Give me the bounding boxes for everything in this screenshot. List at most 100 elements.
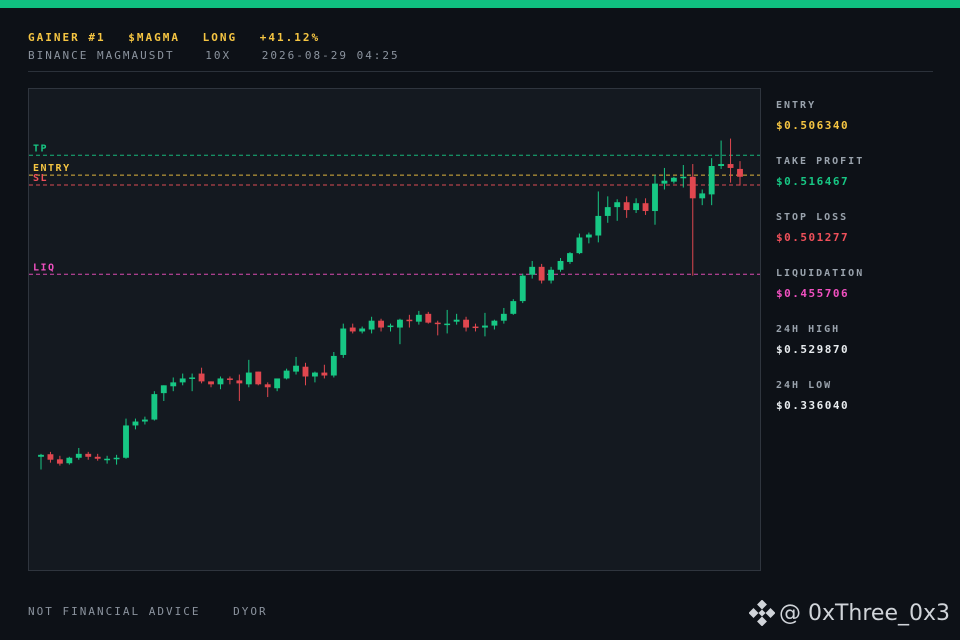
stat-label: ENTRY [776, 100, 817, 111]
disclaimer-text: NOT FINANCIAL ADVICE [28, 605, 201, 618]
candle-body [66, 457, 73, 464]
stat-label: STOP LOSS [776, 212, 849, 223]
candle-body [255, 371, 262, 385]
candle-body [104, 458, 111, 461]
stat-value: $0.529870 [776, 343, 850, 356]
percent-change: +41.12% [259, 31, 321, 44]
candle-body [38, 454, 44, 457]
stat-stop-loss: STOP LOSS $0.501277 [776, 212, 946, 268]
candle-body [472, 326, 479, 329]
candle-body [160, 385, 167, 394]
candle-body [500, 313, 507, 321]
candle-body [425, 313, 432, 323]
candle-body [595, 215, 602, 236]
candle-body [718, 164, 725, 166]
candle-body [75, 453, 82, 458]
candle-body [661, 180, 668, 184]
candle-body [189, 377, 196, 379]
candle-body [141, 419, 148, 422]
candle-body [434, 322, 441, 325]
level-label-sl: SL [33, 173, 48, 184]
stat-value: $0.455706 [776, 287, 850, 300]
candle-body [519, 275, 526, 302]
watermark: @ 0xThree_0x3 [748, 598, 950, 628]
candle-body [415, 314, 422, 322]
candle-body [274, 378, 281, 389]
candle-body [406, 319, 413, 322]
candle-body [217, 378, 224, 385]
ticker-symbol: $MAGMA [128, 31, 180, 44]
position-side: LONG [202, 31, 238, 44]
candle-body [604, 207, 611, 216]
stat-label: TAKE PROFIT [776, 156, 865, 167]
footer-disclaimer: NOT FINANCIAL ADVICE DYOR [28, 605, 292, 618]
dyor-text: DYOR [233, 605, 268, 618]
candle-body [302, 366, 309, 377]
candle-body [510, 301, 517, 314]
gainer-rank: GAINER #1 [28, 31, 106, 44]
candle-body [444, 323, 451, 326]
candle-body [198, 373, 205, 382]
candle-body [151, 394, 158, 420]
header-divider [28, 71, 933, 72]
candle-body [538, 266, 545, 281]
stat-label: 24H HIGH [776, 324, 841, 335]
candle-body [652, 183, 658, 212]
candle-body [576, 237, 583, 254]
stat-value: $0.336040 [776, 399, 850, 412]
candle-body [585, 234, 592, 238]
candle-body [349, 327, 356, 332]
trade-card: GAINER #1 $MAGMA LONG +41.12% BINANCE MA… [0, 0, 960, 640]
stat-24h-high: 24H HIGH $0.529870 [776, 324, 946, 380]
candle-body [132, 421, 139, 426]
candle-body [453, 319, 460, 322]
candle-body [340, 328, 347, 355]
candle-body [94, 456, 101, 459]
candle-body [359, 328, 366, 332]
candle-body [727, 164, 734, 168]
watermark-handle: @ 0xThree_0x3 [778, 600, 950, 626]
candle-body [567, 253, 573, 262]
candle-body [312, 372, 318, 377]
timestamp: 2026-08-29 04:25 [261, 49, 400, 62]
candle-body [708, 165, 715, 195]
candle-body [368, 320, 375, 330]
candle-body [387, 325, 394, 328]
candle-body [548, 269, 555, 281]
candle-body [491, 320, 498, 326]
stat-value: $0.501277 [776, 231, 850, 244]
candle-body [56, 459, 63, 464]
candle-body [321, 372, 328, 376]
candle-body [737, 168, 743, 177]
candle-body [283, 370, 290, 379]
stat-entry: ENTRY $0.506340 [776, 100, 946, 156]
candle-body [670, 177, 677, 182]
leverage: 10X [205, 49, 232, 62]
stat-label: LIQUIDATION [776, 268, 865, 279]
candle-body [330, 355, 337, 376]
stat-take-profit: TAKE PROFIT $0.516467 [776, 156, 946, 212]
level-label-liq: LIQ [33, 262, 56, 273]
candle-body [208, 381, 214, 385]
candle-body [113, 457, 120, 460]
stat-value: $0.506340 [776, 119, 850, 132]
candle-body [397, 319, 403, 328]
candle-body [699, 193, 706, 199]
binance-logo-icon [748, 600, 775, 626]
candle-body [170, 382, 177, 387]
stat-liquidation: LIQUIDATION $0.455706 [776, 268, 946, 324]
candle-body [642, 203, 649, 212]
header-secondary: BINANCE MAGMAUSDT 10X 2026-08-29 04:25 [28, 49, 422, 62]
header-primary: GAINER #1 $MAGMA LONG +41.12% [28, 31, 334, 44]
candle-body [123, 425, 129, 458]
candle-body [245, 372, 252, 385]
candle-body [482, 325, 488, 328]
candle-body [623, 202, 630, 211]
candlestick-chart: TP ENTRY SL LIQ [28, 88, 761, 571]
candle-body [179, 378, 186, 383]
candle-body [633, 203, 640, 211]
candle-body [47, 454, 54, 460]
candle-body [463, 319, 469, 328]
stat-24h-low: 24H LOW $0.336040 [776, 380, 946, 436]
candle-body [529, 266, 536, 275]
